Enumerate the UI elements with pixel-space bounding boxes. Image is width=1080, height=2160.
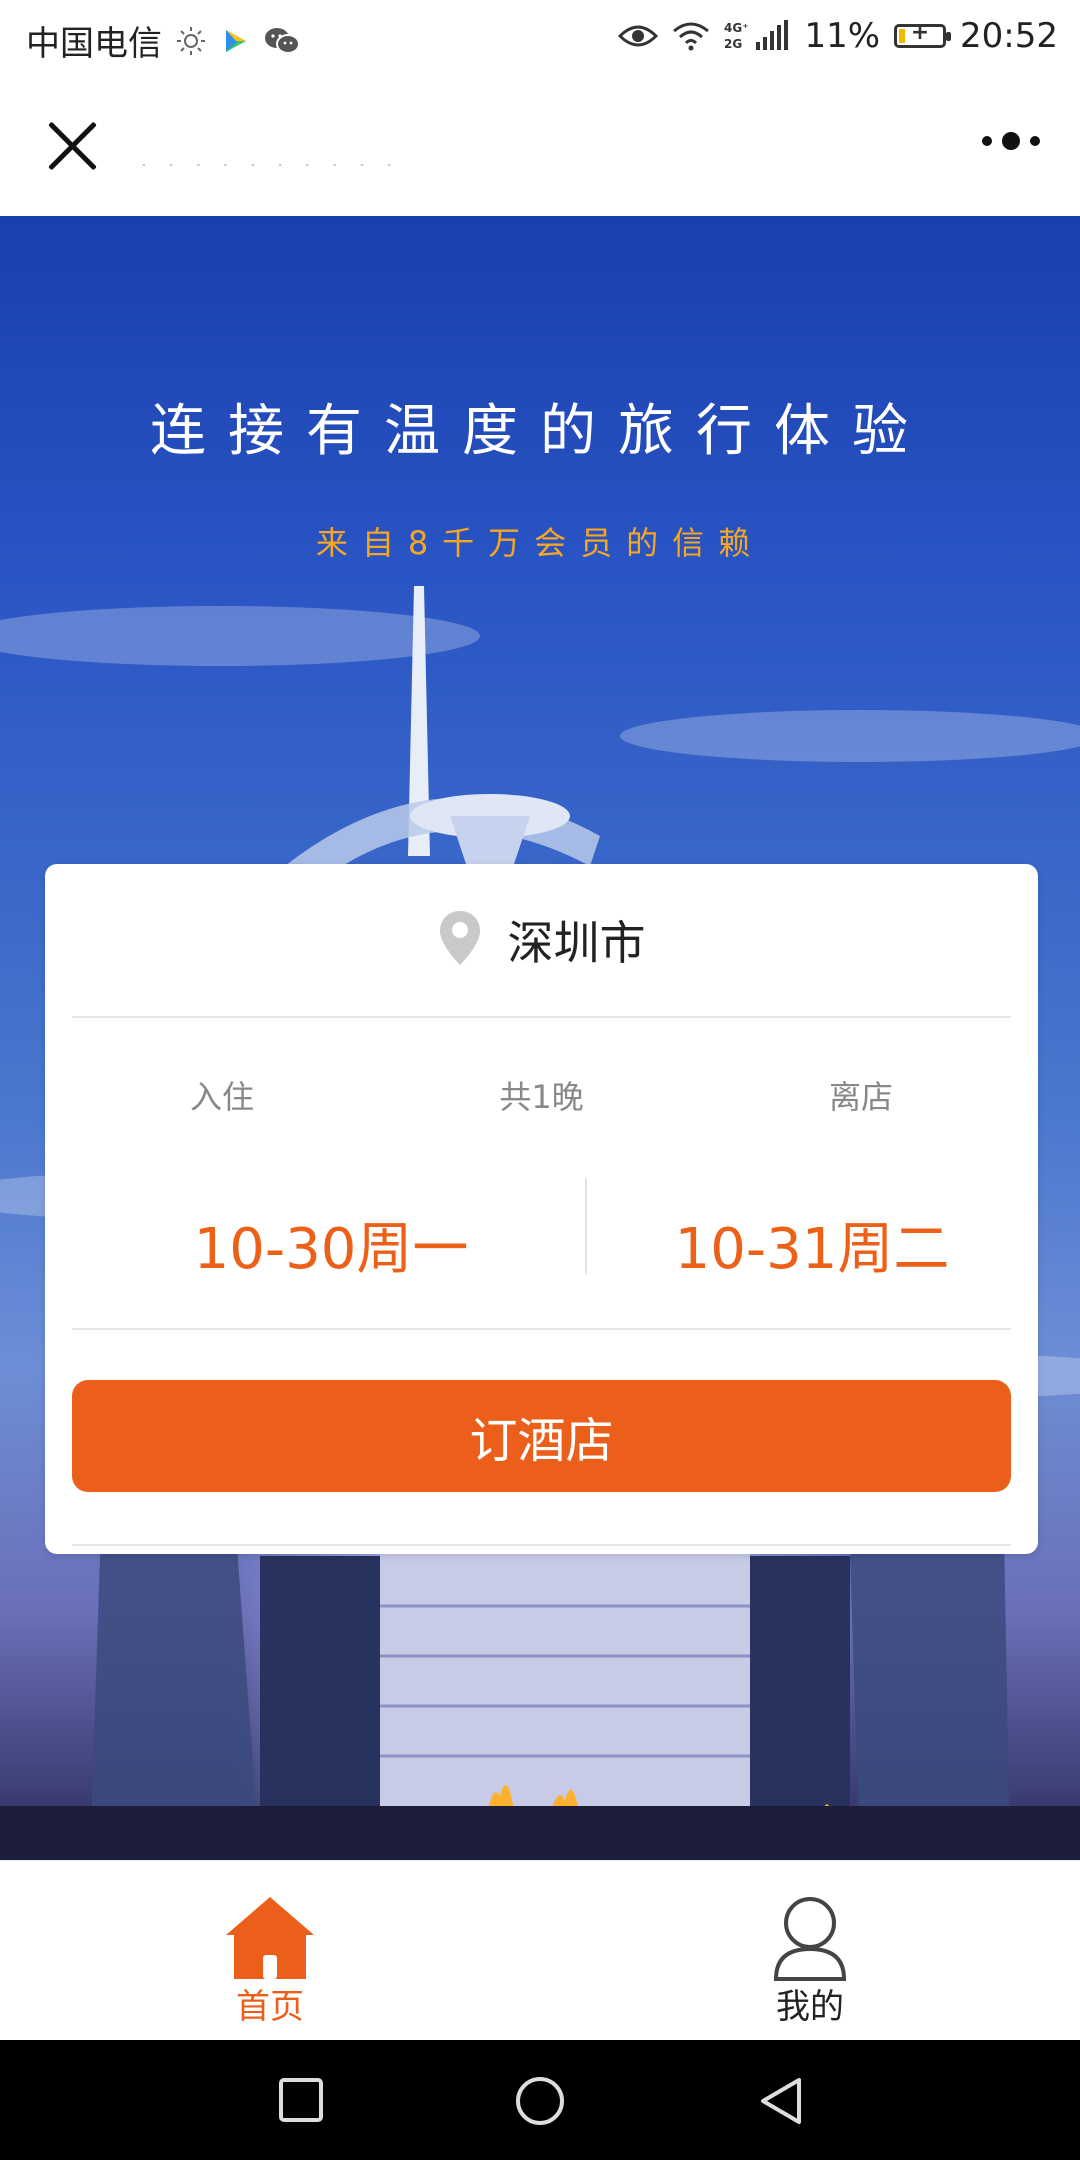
brightness-icon [176,26,206,56]
signal-icon: 4G⁺ 2G [724,20,790,52]
city-name: 深圳市 [507,916,646,970]
date-selector: 10-30周一 10-31周二 [72,1178,1011,1330]
checkout-date: 10-31周二 [674,1217,950,1282]
checkout-label: 离店 [828,1078,893,1116]
page-title: · · · · · · · · · · [140,152,399,166]
recent-apps-icon[interactable] [277,2076,325,2128]
home-icon [226,1897,314,1979]
clock: 20:52 [960,16,1058,56]
date-divider [585,1178,587,1274]
divider [72,1544,1011,1546]
carrier-name: 中国电信 [26,24,162,64]
svg-text:2G: 2G [724,37,742,51]
app-screen: 中国电信 4G⁺ 2G 11% + 20:52 · · · · · · · · … [0,0,1080,2160]
hero-title: 连接有温度的旅行体验 [150,399,930,464]
user-icon [773,1897,847,1981]
svg-text:4G⁺: 4G⁺ [724,21,749,35]
home-button-icon[interactable] [515,2076,565,2130]
nav-bar: · · · · · · · · · · [0,76,1080,216]
hero-subtitle: 来自8千万会员的信赖 [315,524,765,562]
back-icon[interactable] [757,2076,805,2130]
system-nav-bar [0,2040,1080,2160]
eye-icon [618,22,659,50]
location-pin-icon [438,909,482,971]
video-app-icon [220,26,250,56]
checkout-date-field[interactable]: 10-31周二 [602,1204,1022,1285]
wifi-icon [672,21,710,51]
checkin-date-field[interactable]: 10-30周一 [72,1204,541,1285]
status-bar: 中国电信 4G⁺ 2G 11% + 20:52 [0,0,1080,76]
more-options-icon[interactable] [982,132,1040,150]
close-icon[interactable] [44,118,100,174]
status-right: 4G⁺ 2G 11% + 20:52 [618,16,1058,56]
checkin-date: 10-30周一 [193,1217,469,1282]
date-labels: 入住 共1晚 离店 [72,1072,1011,1122]
city-selector[interactable]: 深圳市 [72,864,1011,1018]
wechat-icon [264,26,300,56]
tab-mine[interactable]: 我的 [540,1861,1080,2041]
bottom-tab-bar: 首页 我的 [0,1860,1080,2041]
booking-card: 深圳市 入住 共1晚 离店 10-30周一 10-31周二 订酒店 [45,864,1038,1554]
book-hotel-button[interactable]: 订酒店 [72,1380,1011,1492]
battery-percent: 11% [804,16,881,56]
tab-home-label: 首页 [236,1987,304,2027]
tab-home[interactable]: 首页 [0,1861,540,2041]
battery-charging-icon: + [894,20,952,48]
status-left: 中国电信 [26,16,300,65]
tab-mine-label: 我的 [776,1987,844,2027]
